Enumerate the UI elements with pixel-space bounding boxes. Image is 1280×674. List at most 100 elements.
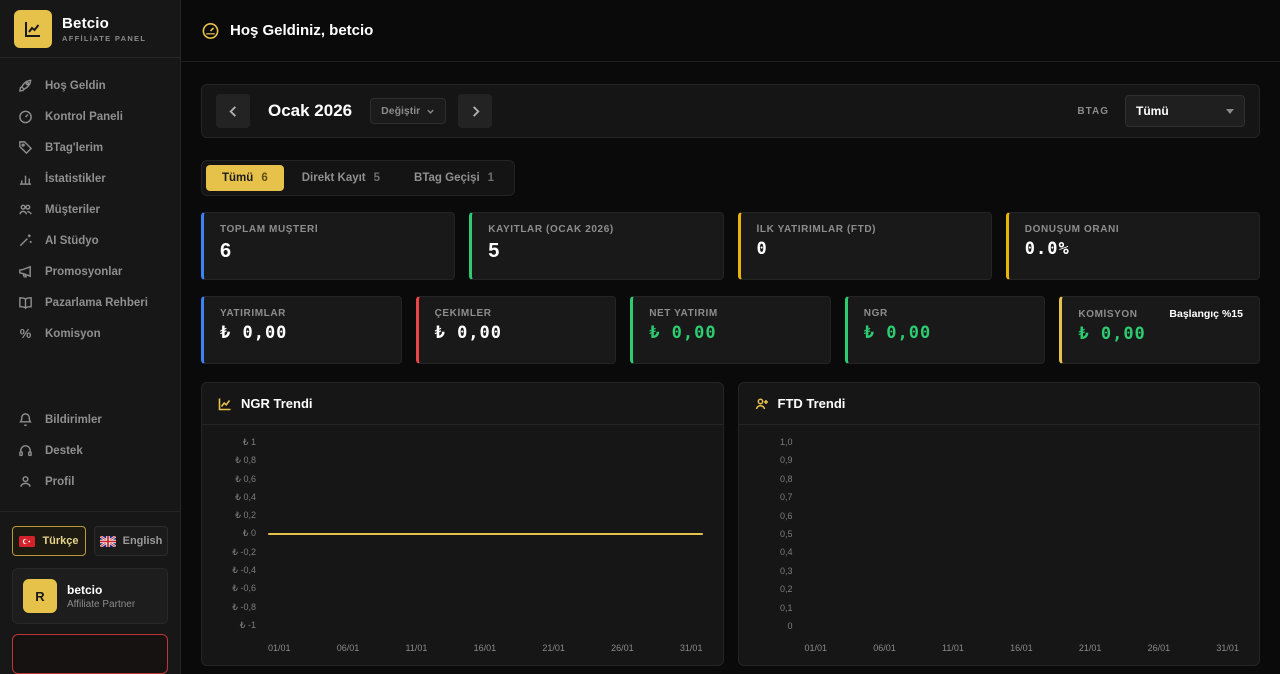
logout-button[interactable] (12, 634, 168, 674)
stat-card-ilk-yatirimlar: İLK YATIRIMLAR (FTD) 0 (738, 212, 992, 280)
megaphone-icon (18, 264, 33, 279)
brand-logo-icon (14, 10, 52, 48)
sidebar-item-profil[interactable]: Profil (0, 466, 180, 497)
chart-title: NGR Trendi (241, 396, 313, 411)
stat-label: KAYITLAR (OCAK 2026) (488, 224, 706, 235)
next-month-button[interactable] (458, 94, 492, 128)
commission-rate-badge: Başlangıç %15 (1169, 308, 1243, 320)
sidebar-item-label: Bildirimler (45, 414, 102, 426)
sidebar-nav: Hoş Geldin Kontrol Paneli BTag'lerim İst… (0, 58, 180, 349)
sidebar-item-ai-studyo[interactable]: AI Stüdyo (0, 225, 180, 256)
sidebar-item-label: BTag'lerim (45, 142, 103, 154)
language-button-english[interactable]: English (94, 526, 168, 556)
stat-card-komisyon: KOMİSYON Başlangıç %15 ₺ 0,00 (1059, 296, 1260, 364)
sidebar-item-label: Profil (45, 476, 74, 488)
app-root: Betcio AFFİLİATE PANEL Hoş Geldin Kontro… (0, 0, 1280, 674)
stat-card-net-yatirim: NET YATIRIM ₺ 0,00 (630, 296, 831, 364)
gauge-icon (18, 109, 33, 124)
stat-label: ÇEKİMLER (435, 308, 600, 319)
btag-select[interactable]: Tümü (1125, 95, 1245, 127)
sidebar-item-label: Destek (45, 445, 83, 457)
sidebar-item-destek[interactable]: Destek (0, 435, 180, 466)
user-card[interactable]: R betcio Affiliate Partner (12, 568, 168, 624)
btag-label: BTAG (1077, 106, 1109, 117)
sidebar-item-label: Kontrol Paneli (45, 111, 123, 123)
stat-label: NGR (864, 308, 1029, 319)
sidebar-item-musteriler[interactable]: Müşteriler (0, 194, 180, 225)
stat-value: ₺ 0,00 (220, 325, 385, 342)
stat-value: ₺ 0,00 (435, 325, 600, 342)
brand-logo: Betcio AFFİLİATE PANEL (0, 0, 180, 58)
book-icon (18, 295, 33, 310)
sidebar-bottom-nav: Bildirimler Destek Profil (0, 392, 180, 503)
stat-card-donusum-orani: DÖNÜŞÜM ORANI 0.0% (1006, 212, 1260, 280)
content: Ocak 2026 Değiştir BTAG Tümü Tümü (181, 62, 1280, 674)
stat-label: DÖNÜŞÜM ORANI (1025, 224, 1243, 235)
stat-value: ₺ 0,00 (864, 325, 1029, 342)
stats-row-1: TOPLAM MÜŞTERİ 6 KAYITLAR (OCAK 2026) 5 … (201, 212, 1260, 280)
ngr-trend-chart: NGR Trendi ₺ 1 ₺ 0,8 ₺ 0,6 ₺ 0,4 ₺ 0,2 ₺… (201, 382, 724, 666)
rocket-icon (18, 78, 33, 93)
stat-card-yatirimlar: YATIRIMLAR ₺ 0,00 (201, 296, 402, 364)
sidebar-item-istatistikler[interactable]: İstatistikler (0, 163, 180, 194)
current-month-label: Ocak 2026 (268, 101, 352, 121)
sidebar-item-btaglerim[interactable]: BTag'lerim (0, 132, 180, 163)
language-label: English (123, 535, 163, 547)
stat-card-cekimler: ÇEKİMLER ₺ 0,00 (416, 296, 617, 364)
ftd-trend-chart: FTD Trendi 1,0 0,9 0,8 0,7 0,6 0,5 0,4 0… (738, 382, 1261, 666)
ftd-x-axis: 01/01 06/01 11/01 16/01 21/01 26/01 31/0… (805, 643, 1240, 653)
chevron-down-icon (426, 107, 435, 116)
sidebar-item-label: Hoş Geldin (45, 80, 106, 92)
user-role: Affiliate Partner (67, 599, 135, 610)
btag-selected-value: Tümü (1136, 104, 1169, 118)
stat-label: YATIRIMLAR (220, 308, 385, 319)
sidebar-item-hos-geldin[interactable]: Hoş Geldin (0, 70, 180, 101)
caret-down-icon (1226, 109, 1234, 114)
sidebar: Betcio AFFİLİATE PANEL Hoş Geldin Kontro… (0, 0, 181, 674)
tab-label: Tümü (222, 172, 253, 184)
chart-line-icon (218, 397, 232, 411)
wand-icon (18, 233, 33, 248)
prev-month-button[interactable] (216, 94, 250, 128)
tab-label: BTag Geçişi (414, 172, 480, 184)
charts-row: NGR Trendi ₺ 1 ₺ 0,8 ₺ 0,6 ₺ 0,4 ₺ 0,2 ₺… (201, 382, 1260, 666)
sidebar-item-komisyon[interactable]: % Komisyon (0, 318, 180, 349)
sidebar-item-kontrol-paneli[interactable]: Kontrol Paneli (0, 101, 180, 132)
stat-value: 5 (488, 241, 706, 261)
ftd-chart-plot: 1,0 0,9 0,8 0,7 0,6 0,5 0,4 0,3 0,2 0,1 … (751, 437, 1244, 661)
sidebar-item-promosyonlar[interactable]: Promosyonlar (0, 256, 180, 287)
user-plus-icon (755, 397, 769, 411)
sidebar-item-label: Komisyon (45, 328, 101, 340)
tab-tumu[interactable]: Tümü 6 (206, 165, 284, 191)
stat-value: 6 (220, 241, 438, 261)
stat-card-ngr: NGR ₺ 0,00 (845, 296, 1046, 364)
language-label: Türkçe (42, 535, 78, 547)
brand-subtitle: AFFİLİATE PANEL (62, 34, 146, 43)
chart-title: FTD Trendi (778, 396, 846, 411)
main-area: Hoş Geldiniz, betcio Ocak 2026 Değiştir … (181, 0, 1280, 674)
users-icon (18, 202, 33, 217)
stats-row-2: YATIRIMLAR ₺ 0,00 ÇEKİMLER ₺ 0,00 NET YA… (201, 296, 1260, 364)
sidebar-item-label: Promosyonlar (45, 266, 122, 278)
sidebar-item-pazarlama-rehberi[interactable]: Pazarlama Rehberi (0, 287, 180, 318)
tab-direkt-kayit[interactable]: Direkt Kayıt 5 (286, 165, 396, 191)
change-month-button[interactable]: Değiştir (370, 98, 446, 124)
filter-panel: Ocak 2026 Değiştir BTAG Tümü (201, 84, 1260, 138)
stat-card-kayitlar: KAYITLAR (OCAK 2026) 5 (469, 212, 723, 280)
sidebar-item-label: İstatistikler (45, 173, 106, 185)
tab-btag-gecisi[interactable]: BTag Geçişi 1 (398, 165, 510, 191)
sidebar-item-bildirimler[interactable]: Bildirimler (0, 404, 180, 435)
language-switcher: Türkçe English (0, 512, 180, 568)
ngr-chart-plot: ₺ 1 ₺ 0,8 ₺ 0,6 ₺ 0,4 ₺ 0,2 ₺ 0 ₺ -0,2 ₺… (214, 437, 707, 661)
chevron-left-icon (227, 105, 240, 118)
sidebar-item-label: Pazarlama Rehberi (45, 297, 148, 309)
stat-label: NET YATIRIM (649, 308, 814, 319)
user-name: betcio (67, 583, 135, 597)
tab-count: 5 (374, 172, 380, 184)
stat-card-toplam-musteri: TOPLAM MÜŞTERİ 6 (201, 212, 455, 280)
ngr-x-axis: 01/01 06/01 11/01 16/01 21/01 26/01 31/0… (268, 643, 703, 653)
stat-value: 0.0% (1025, 241, 1243, 258)
stat-label: KOMİSYON (1078, 309, 1137, 320)
bar-chart-icon (18, 171, 33, 186)
language-button-turkish[interactable]: Türkçe (12, 526, 86, 556)
